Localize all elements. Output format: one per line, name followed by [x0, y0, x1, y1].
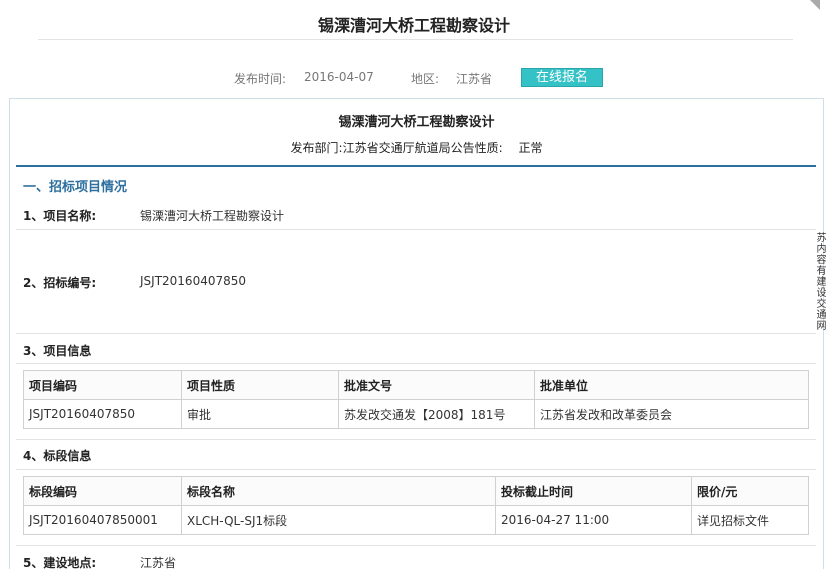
table-header: 限价/元	[691, 476, 809, 506]
title-divider	[38, 39, 793, 40]
row-divider	[16, 469, 816, 470]
nature-value: 正常	[518, 141, 543, 155]
doc-title: 锡溧漕河大桥工程勘察设计	[338, 115, 495, 130]
section-info-label: 4、标段信息	[23, 449, 92, 463]
table-header-row: 项目编码 项目性质 批准文号 批准单位	[23, 370, 809, 400]
table-cell: 详见招标文件	[691, 505, 809, 535]
publish-label: 发布时间:	[234, 72, 287, 86]
table-header: 项目性质	[181, 370, 339, 400]
table-cell: 2016-04-27 11:00	[495, 505, 692, 535]
publish-date: 2016-04-07	[304, 70, 374, 84]
section-info-table: 标段编码 标段名称 投标截止时间 限价/元 JSJT20160407850001…	[23, 476, 809, 535]
online-register-button[interactable]: 在线报名	[521, 68, 603, 87]
table-row: JSJT20160407850001 XLCH-QL-SJ1标段 2016-04…	[23, 505, 809, 535]
table-header: 标段名称	[181, 476, 496, 506]
location-value: 江苏省	[140, 556, 177, 569]
table-cell: 苏发改交通发【2008】181号	[338, 399, 535, 429]
project-name-label: 1、项目名称:	[23, 209, 97, 223]
section-divider	[16, 165, 816, 167]
table-cell: JSJT20160407850001	[23, 505, 182, 535]
section-heading: 一、招标项目情况	[23, 180, 128, 195]
dept-text: 发布部门:江苏省交通厅航道局公告性质:	[290, 141, 503, 155]
bid-no-value: JSJT20160407850	[140, 274, 247, 288]
row-divider	[16, 545, 816, 546]
row-divider	[16, 363, 816, 364]
table-header: 项目编码	[23, 370, 182, 400]
side-float-tab[interactable]: 苏内容有建设交通网	[815, 233, 828, 332]
page-title: 锡溧漕河大桥工程勘察设计	[317, 16, 510, 35]
table-cell: 江苏省发改和改革委员会	[534, 399, 809, 429]
announcement-panel: 锡溧漕河大桥工程勘察设计 发布部门:江苏省交通厅航道局公告性质: 正常 一、招标…	[9, 98, 824, 569]
project-name-value: 锡溧漕河大桥工程勘察设计	[140, 209, 285, 223]
table-header-row: 标段编码 标段名称 投标截止时间 限价/元	[23, 476, 809, 506]
project-info-table: 项目编码 项目性质 批准文号 批准单位 JSJT20160407850 审批 苏…	[23, 370, 809, 429]
row-divider	[16, 229, 816, 230]
region-label: 地区:	[411, 72, 440, 86]
table-header: 标段编码	[23, 476, 182, 506]
bid-no-label: 2、招标编号:	[23, 276, 97, 290]
table-header: 批准单位	[534, 370, 809, 400]
table-cell: 审批	[181, 399, 339, 429]
project-info-label: 3、项目信息	[23, 344, 92, 358]
scroll-up-icon[interactable]	[810, 0, 820, 10]
row-divider	[16, 333, 816, 334]
table-header: 投标截止时间	[495, 476, 692, 506]
location-label: 5、建设地点:	[23, 556, 97, 569]
table-cell: XLCH-QL-SJ1标段	[181, 505, 496, 535]
row-divider	[16, 439, 816, 440]
dept-line: 发布部门:江苏省交通厅航道局公告性质: 正常	[10, 139, 823, 156]
table-cell: JSJT20160407850	[23, 399, 182, 429]
region-value: 江苏省	[456, 72, 493, 86]
table-row: JSJT20160407850 审批 苏发改交通发【2008】181号 江苏省发…	[23, 399, 809, 429]
table-header: 批准文号	[338, 370, 535, 400]
meta-line: 发布时间: 2016-04-07 地区: 江苏省 在线报名	[0, 68, 828, 88]
